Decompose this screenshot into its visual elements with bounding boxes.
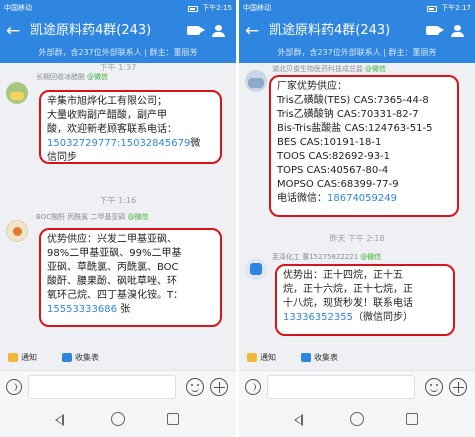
back-nav-icon[interactable] [55,414,64,426]
sender-name: 长期回收冰醋酸 @微信 [36,73,108,81]
input-bar [0,370,236,402]
group-title: 凯途原料药4群(243) [269,23,391,38]
emoji-icon[interactable] [186,378,204,396]
status-bar: 中国移动 下午2:17 [239,0,475,17]
clock-label: 下午2:15 [202,4,232,12]
left-chat-screen: 中国移动 下午2:15 ← 凯途原料药4群(243) 外部群，含237位外部联系… [0,0,236,437]
group-members-icon[interactable] [212,25,226,37]
back-arrow-icon[interactable]: ← [6,21,20,41]
back-nav-icon[interactable] [294,414,303,426]
group-members-icon[interactable] [451,25,465,37]
battery-icon [188,5,199,12]
avatar[interactable] [6,82,28,104]
plus-icon[interactable] [210,378,228,396]
message-bubble[interactable]: 辛集市旭烨化工有限公司； 大量收购副产醋酸，副产甲 酸，欢迎新老顾客联系电话： … [39,90,222,164]
collect-form-button[interactable]: 收集表 [301,352,338,363]
recents-nav-icon[interactable] [167,413,179,425]
sender-name: BOC酸酐 丙酰氯 二甲基亚砜 @微信 [36,213,149,221]
phone-link[interactable]: 18674059249 [327,193,397,204]
system-nav-bar [239,402,475,437]
phone-link[interactable]: 15553333686 [47,304,117,315]
voice-icon[interactable] [6,379,22,395]
message-bubble[interactable]: 优势出：正十四烷，正十五 烷，正十六烷，正十七烷，正 十八烷，现货秒发！联系电话… [275,264,455,336]
avatar[interactable] [245,70,267,92]
group-toolbar: 通知 收集表 [239,348,475,368]
group-info-subheader[interactable]: 外部群，含237位外部联系人 | 群主：董丽芳 [0,45,236,63]
timestamp: 昨天 下午 2:18 [329,234,385,243]
emoji-icon[interactable] [425,378,443,396]
notice-button[interactable]: 通知 [247,352,276,363]
back-arrow-icon[interactable]: ← [245,21,259,41]
clock-label: 下午2:17 [441,4,471,12]
plus-icon[interactable] [449,378,467,396]
form-icon [301,353,311,362]
system-nav-bar [0,402,236,437]
group-toolbar: 通知 收集表 [0,348,236,368]
status-bar: 中国移动 下午2:15 [0,0,236,17]
right-chat-screen: 中国移动 下午2:17 ← 凯途原料药4群(243) 外部群，含237位外部联系… [239,0,475,437]
chat-header: ← 凯途原料药4群(243) [239,17,475,45]
phone-link[interactable]: 15032729777:15032845679 [47,138,190,149]
phone-link[interactable]: 13336352355 [283,312,353,323]
message-input[interactable] [28,375,176,399]
carrier-label: 中国移动 [243,4,271,12]
message-bubble[interactable]: 优势供应：兴发二甲基亚砜、 98%二甲基亚砜、99%二甲基 亚砜、草酰氯、丙酰氯… [39,228,222,327]
megaphone-icon [247,353,257,362]
sender-name: 芜泽化工 董15275822221 @微信 [272,253,382,261]
battery-icon [427,5,438,12]
carrier-label: 中国移动 [4,4,32,12]
collect-form-button[interactable]: 收集表 [62,352,99,363]
home-nav-icon[interactable] [350,412,364,426]
timestamp: 下午 1:16 [99,196,137,205]
group-title: 凯途原料药4群(243) [30,23,152,38]
recents-nav-icon[interactable] [406,413,418,425]
home-nav-icon[interactable] [111,412,125,426]
avatar[interactable] [245,258,267,280]
megaphone-icon [8,353,18,362]
voice-icon[interactable] [245,379,261,395]
sender-name: 湖北贝俊生物医药科技成总监 @微信 [272,65,386,73]
input-bar [239,370,475,402]
message-input[interactable] [267,375,415,399]
avatar[interactable] [6,220,28,242]
message-bubble[interactable]: 厂家优势供应： Tris乙磺酸(TES) CAS:7365-44-8 Tris乙… [269,75,459,217]
video-call-icon[interactable] [426,26,444,35]
video-call-icon[interactable] [187,26,205,35]
form-icon [62,353,72,362]
notice-button[interactable]: 通知 [8,352,37,363]
chat-header: ← 凯途原料药4群(243) [0,17,236,45]
group-info-subheader[interactable]: 外部群，含237位外部联系人 | 群主：董丽芳 [239,45,475,63]
